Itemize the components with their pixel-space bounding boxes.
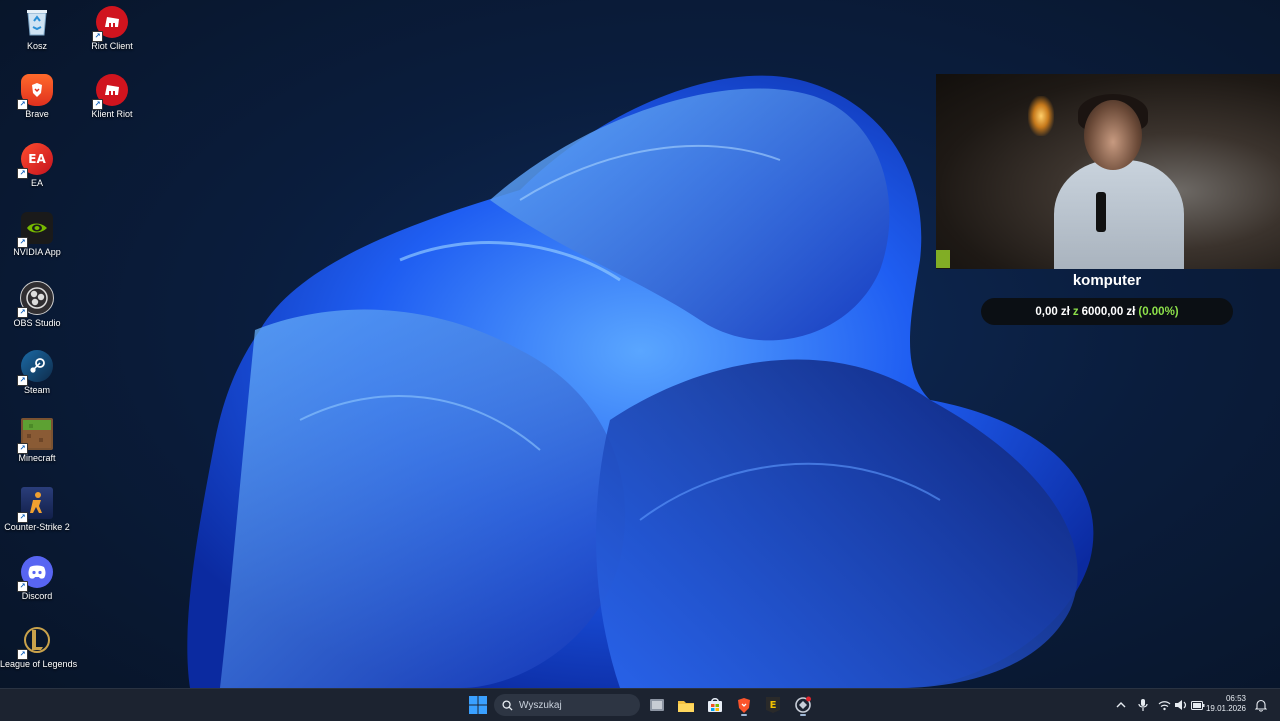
desktop-icon-minecraft[interactable]: ↗ Minecraft (0, 418, 74, 463)
microphone-tray[interactable] (1138, 689, 1148, 721)
streamer (1054, 94, 1184, 269)
network-tray[interactable] (1158, 689, 1171, 721)
goal-current: 0,00 zł (1035, 305, 1070, 318)
search-placeholder: Wyszukaj (519, 699, 562, 711)
desktop-icon-label: Steam (23, 385, 50, 395)
goal-separator: z (1072, 305, 1079, 318)
windows-start-icon (469, 696, 487, 714)
brave-icon (738, 697, 750, 713)
desktop-icon-label: Counter-Strike 2 (4, 522, 70, 532)
start-button[interactable] (466, 693, 490, 717)
brave-icon: ↗ (17, 74, 53, 110)
running-indicator (800, 714, 806, 716)
desktop-icon-label: Brave (25, 109, 49, 119)
desktop-icon-label: Minecraft (18, 453, 56, 463)
counter-strike-icon: ↗ (17, 487, 53, 523)
desktop-icon-label: Discord (21, 591, 53, 601)
lamp-light (1028, 96, 1054, 136)
desktop-icon-discord[interactable]: ↗ Discord (0, 556, 74, 601)
battery-icon (1191, 700, 1205, 710)
goal-percent: (0.00%) (1138, 305, 1179, 318)
obs-icon: ↗ (17, 281, 54, 318)
desktop-icon-ea[interactable]: EA ↗ EA (0, 143, 74, 188)
microsoft-store-button[interactable] (703, 693, 727, 717)
desktop-icon-label: Riot Client (91, 41, 133, 51)
desktop-icon-label: NVIDIA App (13, 247, 61, 257)
donation-goal-bar: 0,00 zł z 6000,00 zł (0.00%) (981, 298, 1233, 325)
microsoft-store-icon (708, 698, 722, 712)
show-hidden-icons-chevron-up-icon[interactable] (1115, 699, 1127, 711)
task-view-icon (650, 699, 664, 711)
recycle-bin-icon (21, 6, 53, 38)
clock-date: 19.01.2026 (1205, 704, 1246, 713)
discord-icon: ↗ (17, 556, 53, 592)
desktop-icon-label: EA (30, 178, 43, 188)
system-tray (1115, 689, 1127, 721)
desktop-icon-nvidia-app[interactable]: ↗ NVIDIA App (0, 212, 74, 257)
goal-target: 6000,00 zł (1081, 305, 1136, 318)
svg-text:E: E (770, 700, 777, 711)
desktop-icon-label: League of Legends (0, 659, 78, 669)
brave-taskbar-button[interactable] (732, 693, 756, 717)
battery-tray[interactable] (1191, 689, 1205, 721)
volume-tray[interactable] (1174, 689, 1188, 721)
epic-games-button[interactable]: E (761, 693, 785, 717)
desktop-icon-obs-studio[interactable]: ↗ OBS Studio (0, 281, 74, 328)
riot-client-icon: ↗ (92, 6, 128, 42)
desktop-icon-label: Klient Riot (91, 109, 133, 119)
desktop-icon-brave[interactable]: ↗ Brave (0, 74, 74, 119)
minecraft-icon: ↗ (17, 418, 53, 454)
webcam-feed (936, 74, 1280, 269)
task-view-button[interactable] (645, 693, 669, 717)
clock-time: 06:53 (1225, 694, 1246, 703)
green-light (936, 250, 950, 268)
taskbar-clock[interactable]: 06:53 19.01.2026 (1206, 694, 1246, 714)
riot-client-icon: ↗ (92, 74, 128, 110)
riot-client-taskbar-button[interactable] (791, 693, 815, 717)
desktop-icon-riot-client[interactable]: ↗ Riot Client (75, 6, 149, 51)
desktop-icon-klient-riot[interactable]: ↗ Klient Riot (75, 74, 149, 119)
epic-games-icon: E (766, 697, 780, 713)
running-indicator (741, 714, 747, 716)
steam-icon: ↗ (17, 350, 53, 386)
microphone (1096, 192, 1106, 232)
desktop-icon-counter-strike-2[interactable]: ↗ Counter-Strike 2 (0, 487, 74, 532)
wifi-icon (1158, 700, 1171, 710)
file-explorer-icon (678, 700, 694, 712)
desktop-icon-steam[interactable]: ↗ Steam (0, 350, 74, 395)
microphone-icon (1138, 699, 1148, 711)
taskbar-search[interactable]: Wyszukaj (494, 694, 640, 716)
ea-icon: EA ↗ (17, 143, 53, 179)
volume-icon (1175, 700, 1187, 710)
riot-client-icon (795, 696, 811, 713)
notifications-tray[interactable] (1255, 689, 1267, 721)
desktop-icon-label: Kosz (26, 41, 47, 51)
donation-goal-title: komputer (1072, 272, 1142, 289)
nvidia-icon: ↗ (17, 212, 53, 248)
file-explorer-button[interactable] (674, 693, 698, 717)
desktop-icon-label: OBS Studio (13, 318, 61, 328)
notification-bell-icon (1255, 699, 1267, 712)
search-icon (502, 699, 513, 711)
desktop-icon-league-of-legends[interactable]: ↗ League of Legends (0, 624, 78, 669)
desktop-icon-recycle-bin[interactable]: Kosz (0, 6, 74, 51)
league-of-legends-icon: ↗ (17, 624, 53, 660)
taskbar: Wyszukaj E 06:53 19.01.2026 (0, 688, 1280, 721)
